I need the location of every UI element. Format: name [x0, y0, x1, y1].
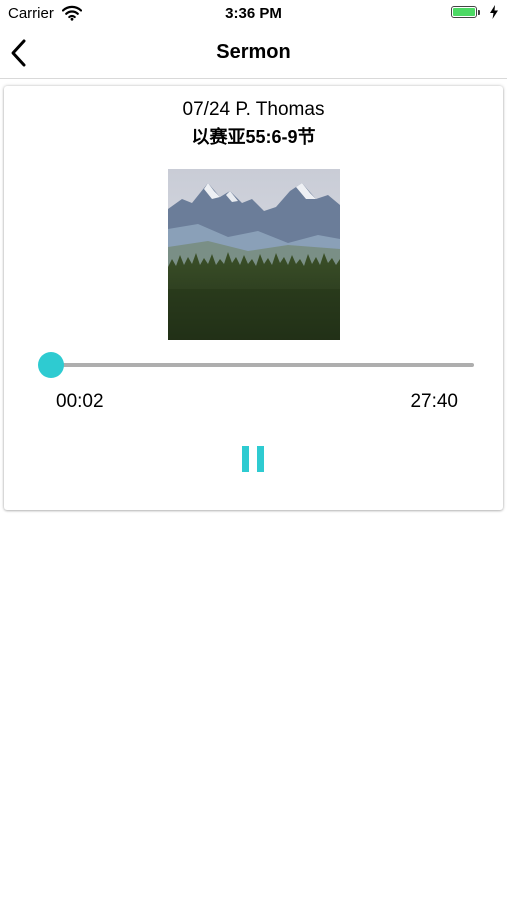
slider-track: [48, 363, 474, 367]
sermon-artwork: [168, 169, 340, 340]
sermon-scripture: 以赛亚55:6-9节: [191, 127, 316, 147]
elapsed-time: 00:02: [56, 391, 104, 412]
battery-full-icon: [451, 6, 477, 18]
battery-level: [453, 8, 475, 16]
battery-nub: [478, 10, 480, 15]
player-card: 07/24 P. Thomas 以赛亚55:6-9节 00:02 27:40: [4, 86, 503, 510]
playback-slider[interactable]: [38, 350, 474, 380]
navigation-bar: Sermon: [0, 28, 507, 79]
pause-bar-right: [257, 446, 264, 472]
sermon-date-speaker: 07/24 P. Thomas: [182, 99, 325, 120]
charging-bolt-icon: [489, 5, 499, 24]
page-title: Sermon: [216, 41, 291, 63]
pause-bar-left: [242, 446, 249, 472]
total-duration: 27:40: [410, 391, 458, 412]
slider-thumb[interactable]: [38, 352, 64, 378]
status-time: 3:36 PM: [225, 5, 282, 22]
status-bar: Carrier 3:36 PM: [0, 0, 507, 28]
pause-button[interactable]: [240, 443, 266, 475]
